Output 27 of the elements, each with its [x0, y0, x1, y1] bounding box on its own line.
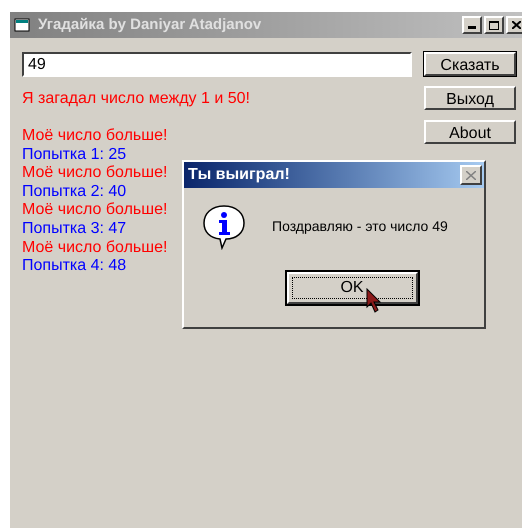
hint-line: Моё число больше!	[22, 201, 168, 220]
maximize-icon	[489, 20, 499, 30]
minimize-icon	[468, 26, 476, 29]
mouse-cursor-icon	[366, 288, 382, 314]
app-icon	[14, 18, 30, 32]
dialog-message: Поздравляю - это число 49	[272, 216, 448, 236]
dialog-button[interactable]: Сказать	[424, 52, 516, 76]
guess-line: Попытка 1: 25	[22, 146, 126, 164]
minimize-button[interactable]	[462, 16, 482, 34]
hint-line: Моё число больше!	[22, 164, 168, 183]
ok-button[interactable]: OK	[286, 272, 418, 304]
guess-line: Попытка 2: 40	[22, 182, 126, 202]
dialog-title: Ты выиграл!	[188, 165, 291, 185]
number-input[interactable]: 49	[22, 52, 412, 77]
hint-line: Моё число больше!	[22, 127, 168, 146]
hint-line: Моё число больше!	[22, 238, 168, 258]
dialog-close-button[interactable]	[460, 165, 482, 185]
dialog-button[interactable]: About	[424, 120, 516, 144]
dialog-button[interactable]: Выход	[424, 86, 516, 110]
prompt-text: Я загадал число между 1 и 50!	[22, 89, 251, 109]
close-icon	[466, 170, 476, 180]
close-icon	[512, 21, 520, 29]
guess-line: Попытка 3: 47	[22, 220, 126, 239]
window-title: Угадайка by Daniyar Atadjanov	[38, 14, 262, 35]
maximize-button[interactable]	[484, 16, 504, 34]
close-button[interactable]	[506, 16, 522, 34]
guess-line: Попытка 4: 48	[22, 257, 126, 276]
